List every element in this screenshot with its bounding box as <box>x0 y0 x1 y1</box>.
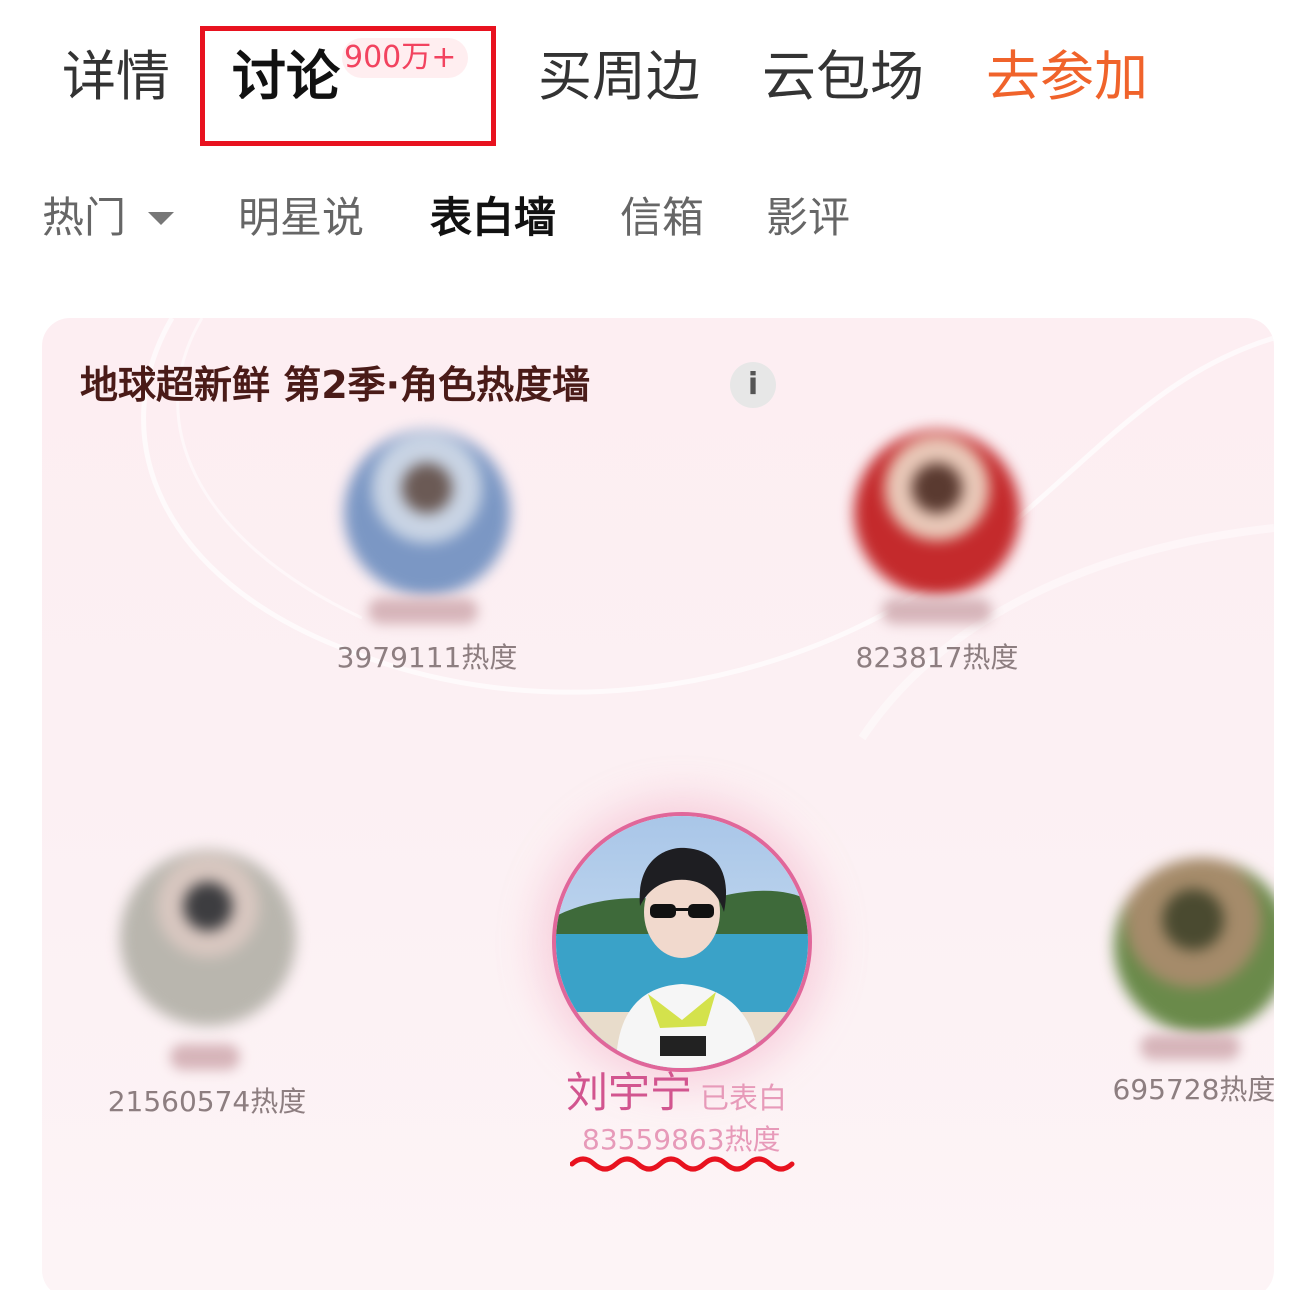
subtab-star-says[interactable]: 明星说 <box>238 190 364 246</box>
featured-photo <box>556 816 808 1068</box>
subtab-hot[interactable]: 热门 <box>42 190 126 246</box>
character-name-4 <box>1140 1034 1240 1060</box>
highlight-box <box>200 26 496 146</box>
character-heat-3: 21560574热度 <box>107 1085 307 1118</box>
card-title: 地球超新鲜 第2季·角色热度墙 <box>80 363 591 407</box>
top-tab-bar: 详情 讨论 900万+ 买周边 云包场 去参加 <box>0 0 1315 150</box>
info-icon[interactable]: i <box>730 362 776 408</box>
dropdown-caret-icon[interactable] <box>148 212 174 225</box>
character-heat-4: 695728热度 <box>1112 1073 1274 1106</box>
featured-status-tag: 已表白 <box>700 1081 788 1115</box>
subtab-confession-wall[interactable]: 表白墙 <box>430 190 556 246</box>
tab-merch[interactable]: 买周边 <box>538 42 700 112</box>
tab-cloud-screening[interactable]: 云包场 <box>762 42 924 112</box>
character-avatar-4[interactable] <box>1114 858 1274 1034</box>
character-heat-2: 823817热度 <box>855 641 1019 674</box>
character-avatar-1[interactable] <box>344 430 510 596</box>
heat-wall-card: 地球超新鲜 第2季·角色热度墙 i 3979111热度 823817热度 215… <box>42 318 1274 1290</box>
character-heat-1: 3979111热度 <box>336 641 518 674</box>
wavy-underline <box>570 1156 795 1172</box>
subtab-reviews[interactable]: 影评 <box>766 190 850 246</box>
tab-join[interactable]: 去参加 <box>986 42 1148 112</box>
character-avatar-3[interactable] <box>120 850 296 1026</box>
character-avatar-2[interactable] <box>854 430 1020 596</box>
character-name-3 <box>170 1044 240 1070</box>
featured-avatar[interactable] <box>552 812 812 1072</box>
featured-name[interactable]: 刘宇宁 <box>566 1066 692 1120</box>
character-name-1 <box>368 598 478 624</box>
subtab-mailbox[interactable]: 信箱 <box>620 190 704 246</box>
tab-details[interactable]: 详情 <box>62 42 170 112</box>
character-name-2 <box>882 598 992 624</box>
